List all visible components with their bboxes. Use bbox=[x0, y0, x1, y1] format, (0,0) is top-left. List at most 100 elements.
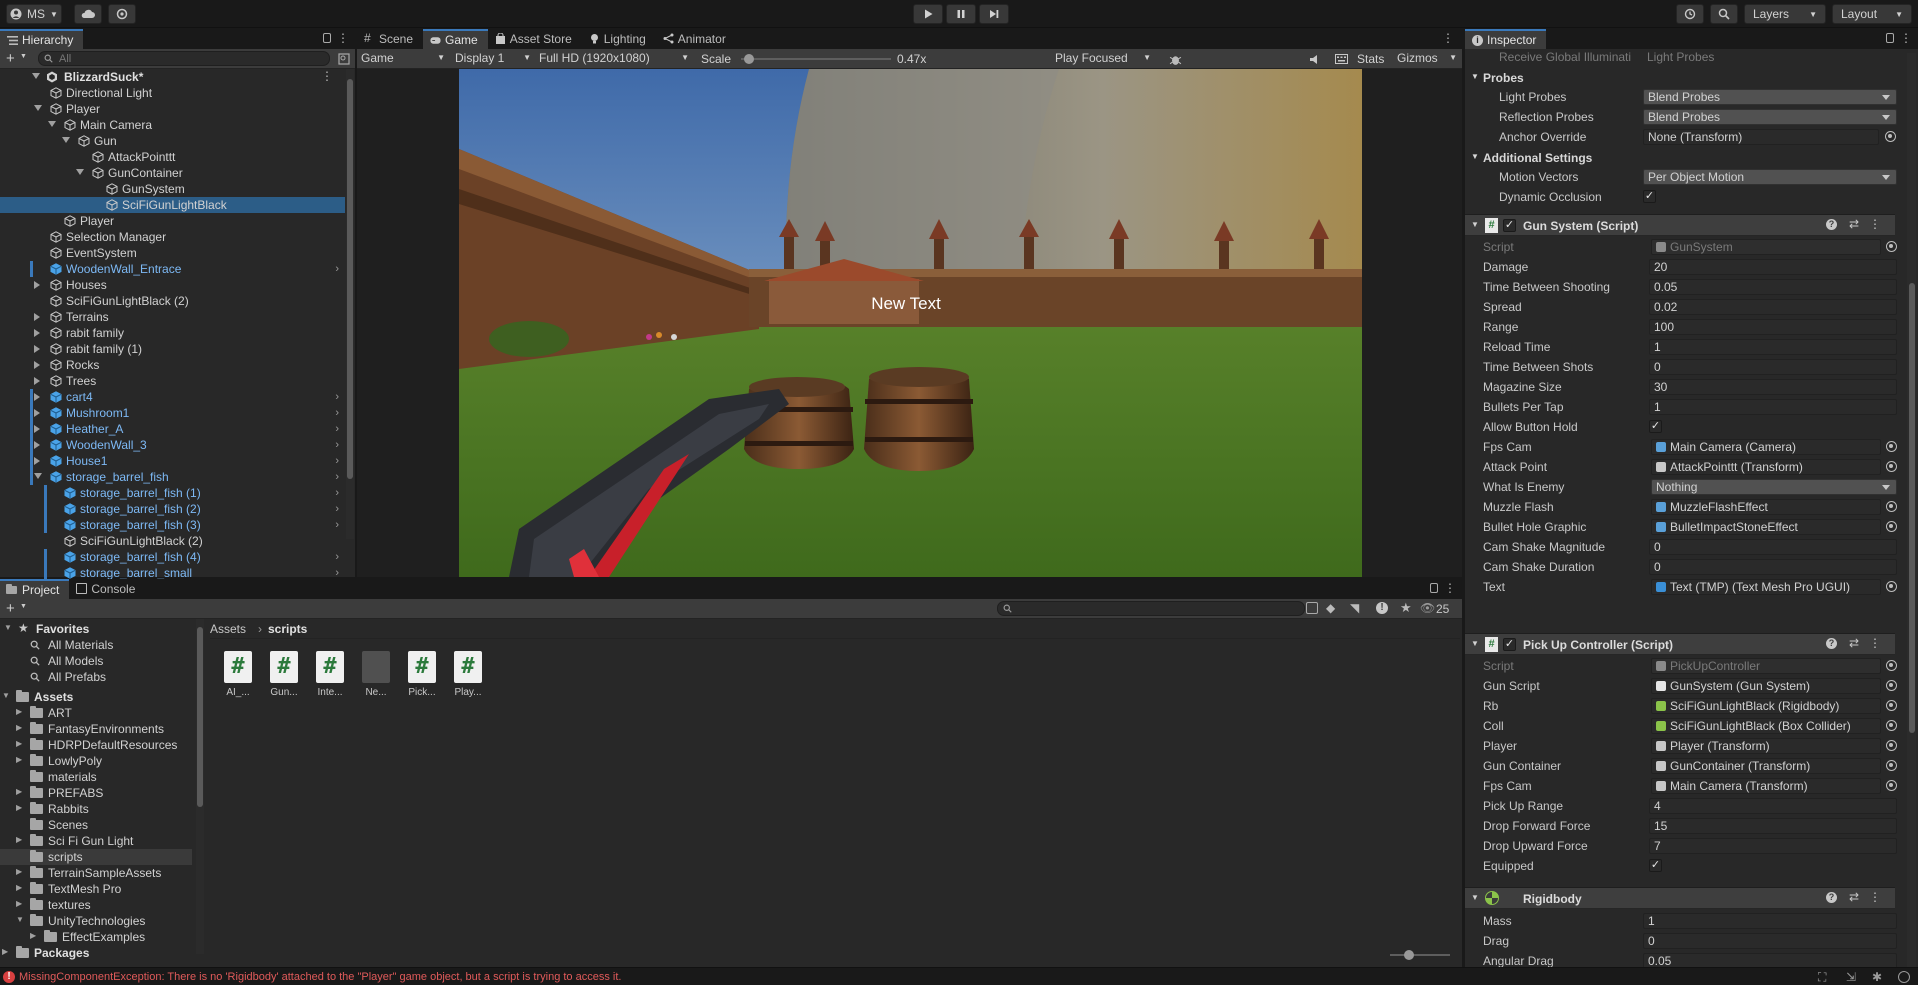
light-probes-dropdown[interactable]: Blend Probes bbox=[1643, 89, 1897, 105]
project-folder-item[interactable]: ▶ HDRPDefaultResources bbox=[0, 737, 192, 753]
add-icon[interactable]: + bbox=[6, 50, 15, 67]
more-options-icon[interactable]: ⋮ bbox=[1442, 31, 1454, 45]
game-mode-dropdown[interactable]: Game ▼ bbox=[361, 51, 449, 67]
status-error-text[interactable]: MissingComponentException: There is no '… bbox=[19, 971, 621, 983]
time-between-shooting-field[interactable]: 0.05 bbox=[1649, 279, 1897, 295]
hierarchy-item[interactable]: Player bbox=[0, 101, 345, 117]
drag-field[interactable]: 0 bbox=[1643, 933, 1897, 949]
project-folder-item[interactable]: ▶ LowlyPoly bbox=[0, 753, 192, 769]
hierarchy-item[interactable]: Terrains bbox=[0, 309, 345, 325]
breadcrumb-root[interactable]: Assets bbox=[210, 622, 246, 636]
attack-point-field[interactable]: AttackPointtt (Transform) bbox=[1651, 459, 1881, 475]
fold-closed-icon[interactable] bbox=[34, 441, 40, 449]
project-search-input[interactable] bbox=[997, 601, 1305, 616]
warning-icon[interactable]: ! bbox=[1376, 602, 1388, 614]
hierarchy-item[interactable]: Houses bbox=[0, 277, 345, 293]
gun-system-header[interactable]: ▼ # ✓ Gun System (Script) ? ⇄ ⋮ bbox=[1465, 214, 1895, 236]
filter-by-label-icon[interactable]: ◆ bbox=[1326, 601, 1335, 615]
fold-closed-icon[interactable] bbox=[34, 425, 40, 433]
hierarchy-item[interactable]: GunContainer bbox=[0, 165, 345, 181]
object-picker-icon[interactable] bbox=[1886, 581, 1897, 592]
tab-lighting[interactable]: Lighting bbox=[582, 29, 656, 49]
favorite-item[interactable]: All Models bbox=[0, 653, 192, 669]
prefab-open-arrow-icon[interactable]: › bbox=[335, 407, 339, 419]
scrollbar-thumb[interactable] bbox=[347, 79, 353, 479]
pickup-enabled-checkbox[interactable]: ✓ bbox=[1503, 638, 1516, 651]
play-button[interactable] bbox=[913, 4, 943, 24]
project-folder-item[interactable]: materials bbox=[0, 769, 192, 785]
more-options-icon[interactable]: ⋮ bbox=[1869, 890, 1881, 904]
scale-slider[interactable] bbox=[741, 54, 891, 64]
prefab-open-arrow-icon[interactable]: › bbox=[335, 519, 339, 531]
prefab-open-arrow-icon[interactable]: › bbox=[335, 503, 339, 515]
hierarchy-item[interactable]: WoodenWall_Entrace › bbox=[0, 261, 345, 277]
chevron-down-icon[interactable]: ▼ bbox=[20, 53, 27, 60]
allow-button-hold-checkbox[interactable]: ✓ bbox=[1649, 420, 1662, 433]
rigidbody-header[interactable]: ▼ Rigidbody ? ⇄ ⋮ bbox=[1465, 887, 1895, 909]
hierarchy-item[interactable]: cart4 › bbox=[0, 389, 345, 405]
inspector-scrollbar[interactable] bbox=[1907, 53, 1916, 967]
prefab-open-arrow-icon[interactable]: › bbox=[335, 423, 339, 435]
project-folder-item[interactable]: scripts bbox=[0, 849, 192, 865]
tab-game[interactable]: Game bbox=[423, 29, 488, 49]
equipped-checkbox[interactable]: ✓ bbox=[1649, 859, 1662, 872]
more-options-icon[interactable]: ⋮ bbox=[1444, 581, 1456, 595]
hierarchy-item[interactable]: SciFiGunLightBlack (2) bbox=[0, 293, 345, 309]
fold-closed-icon[interactable]: ▶ bbox=[16, 883, 22, 892]
fold-closed-icon[interactable]: ▶ bbox=[16, 723, 22, 732]
fold-closed-icon[interactable] bbox=[34, 329, 40, 337]
object-picker-icon[interactable] bbox=[1886, 521, 1897, 532]
hierarchy-item[interactable]: WoodenWall_3 › bbox=[0, 437, 345, 453]
probes-section[interactable]: ▼ Probes bbox=[1465, 69, 1895, 87]
layout-dropdown[interactable]: Layout ▼ bbox=[1832, 4, 1912, 24]
cloud-button[interactable] bbox=[74, 4, 102, 24]
asset-item[interactable]: # Pick... bbox=[402, 651, 442, 698]
project-folder-item[interactable]: ▶ FantasyEnvironments bbox=[0, 721, 192, 737]
prefab-open-arrow-icon[interactable]: › bbox=[335, 455, 339, 467]
cache-server-icon[interactable]: ⛶ bbox=[1818, 970, 1826, 985]
fold-open-icon[interactable] bbox=[48, 121, 56, 127]
fold-open-icon[interactable] bbox=[62, 137, 70, 143]
more-options-icon[interactable]: ⋮ bbox=[321, 69, 333, 83]
hierarchy-search-input[interactable]: All bbox=[38, 51, 330, 66]
chevron-down-icon[interactable]: ▼ bbox=[20, 603, 27, 610]
text-field[interactable]: Text (TMP) (Text Mesh Pro UGUI) bbox=[1651, 579, 1881, 595]
reflection-probes-dropdown[interactable]: Blend Probes bbox=[1643, 109, 1897, 125]
project-folder-item[interactable]: ▶ TerrainSampleAssets bbox=[0, 865, 192, 881]
tab-asset-store[interactable]: Asset Store bbox=[488, 29, 582, 49]
fold-open-icon[interactable]: ▼ bbox=[4, 623, 12, 632]
add-icon[interactable]: + bbox=[6, 600, 15, 617]
player-field[interactable]: Player (Transform) bbox=[1651, 738, 1881, 754]
fold-closed-icon[interactable] bbox=[34, 313, 40, 321]
fold-closed-icon[interactable]: ▶ bbox=[16, 707, 22, 716]
debug-mode-icon[interactable]: ✱ bbox=[1872, 970, 1882, 984]
cam-shake-duration-field[interactable]: 0 bbox=[1649, 559, 1897, 575]
anchor-override-field[interactable]: None (Transform) bbox=[1643, 129, 1879, 145]
lock-icon[interactable] bbox=[1430, 583, 1438, 593]
hierarchy-item[interactable]: SciFiGunLightBlack bbox=[0, 197, 345, 213]
lock-icon[interactable] bbox=[323, 33, 331, 43]
fps-cam-field[interactable]: Main Camera (Camera) bbox=[1651, 439, 1881, 455]
step-button[interactable] bbox=[979, 4, 1009, 24]
object-picker-icon[interactable] bbox=[1886, 441, 1897, 452]
eye-icon[interactable]: 👁 bbox=[1420, 601, 1435, 615]
fold-closed-icon[interactable]: ▶ bbox=[16, 803, 22, 812]
reload-time-field[interactable]: 1 bbox=[1649, 339, 1897, 355]
hierarchy-item[interactable]: Trees bbox=[0, 373, 345, 389]
fold-closed-icon[interactable] bbox=[34, 457, 40, 465]
angular-drag-field[interactable]: 0.05 bbox=[1643, 953, 1897, 967]
hierarchy-item[interactable]: storage_barrel_fish (3) › bbox=[0, 517, 345, 533]
gizmos-dropdown[interactable]: Gizmos ▼ bbox=[1397, 51, 1459, 67]
bullet-hole-graphic-field[interactable]: BulletImpactStoneEffect bbox=[1651, 519, 1881, 535]
fold-open-icon[interactable] bbox=[34, 105, 42, 111]
pickup-controller-header[interactable]: ▼ # ✓ Pick Up Controller (Script) ? ⇄ ⋮ bbox=[1465, 633, 1895, 655]
scene-row[interactable]: BlizzardSuck* ⋮ bbox=[0, 69, 345, 85]
history-button[interactable] bbox=[1676, 4, 1704, 24]
search-by-type-icon[interactable] bbox=[1306, 602, 1318, 614]
tab-project[interactable]: Project bbox=[0, 579, 70, 599]
icon-size-slider[interactable] bbox=[1390, 950, 1450, 960]
fold-closed-icon[interactable] bbox=[34, 281, 40, 289]
hierarchy-item[interactable]: Selection Manager bbox=[0, 229, 345, 245]
dynamic-occlusion-checkbox[interactable]: ✓ bbox=[1643, 190, 1656, 203]
hierarchy-item[interactable]: House1 › bbox=[0, 453, 345, 469]
